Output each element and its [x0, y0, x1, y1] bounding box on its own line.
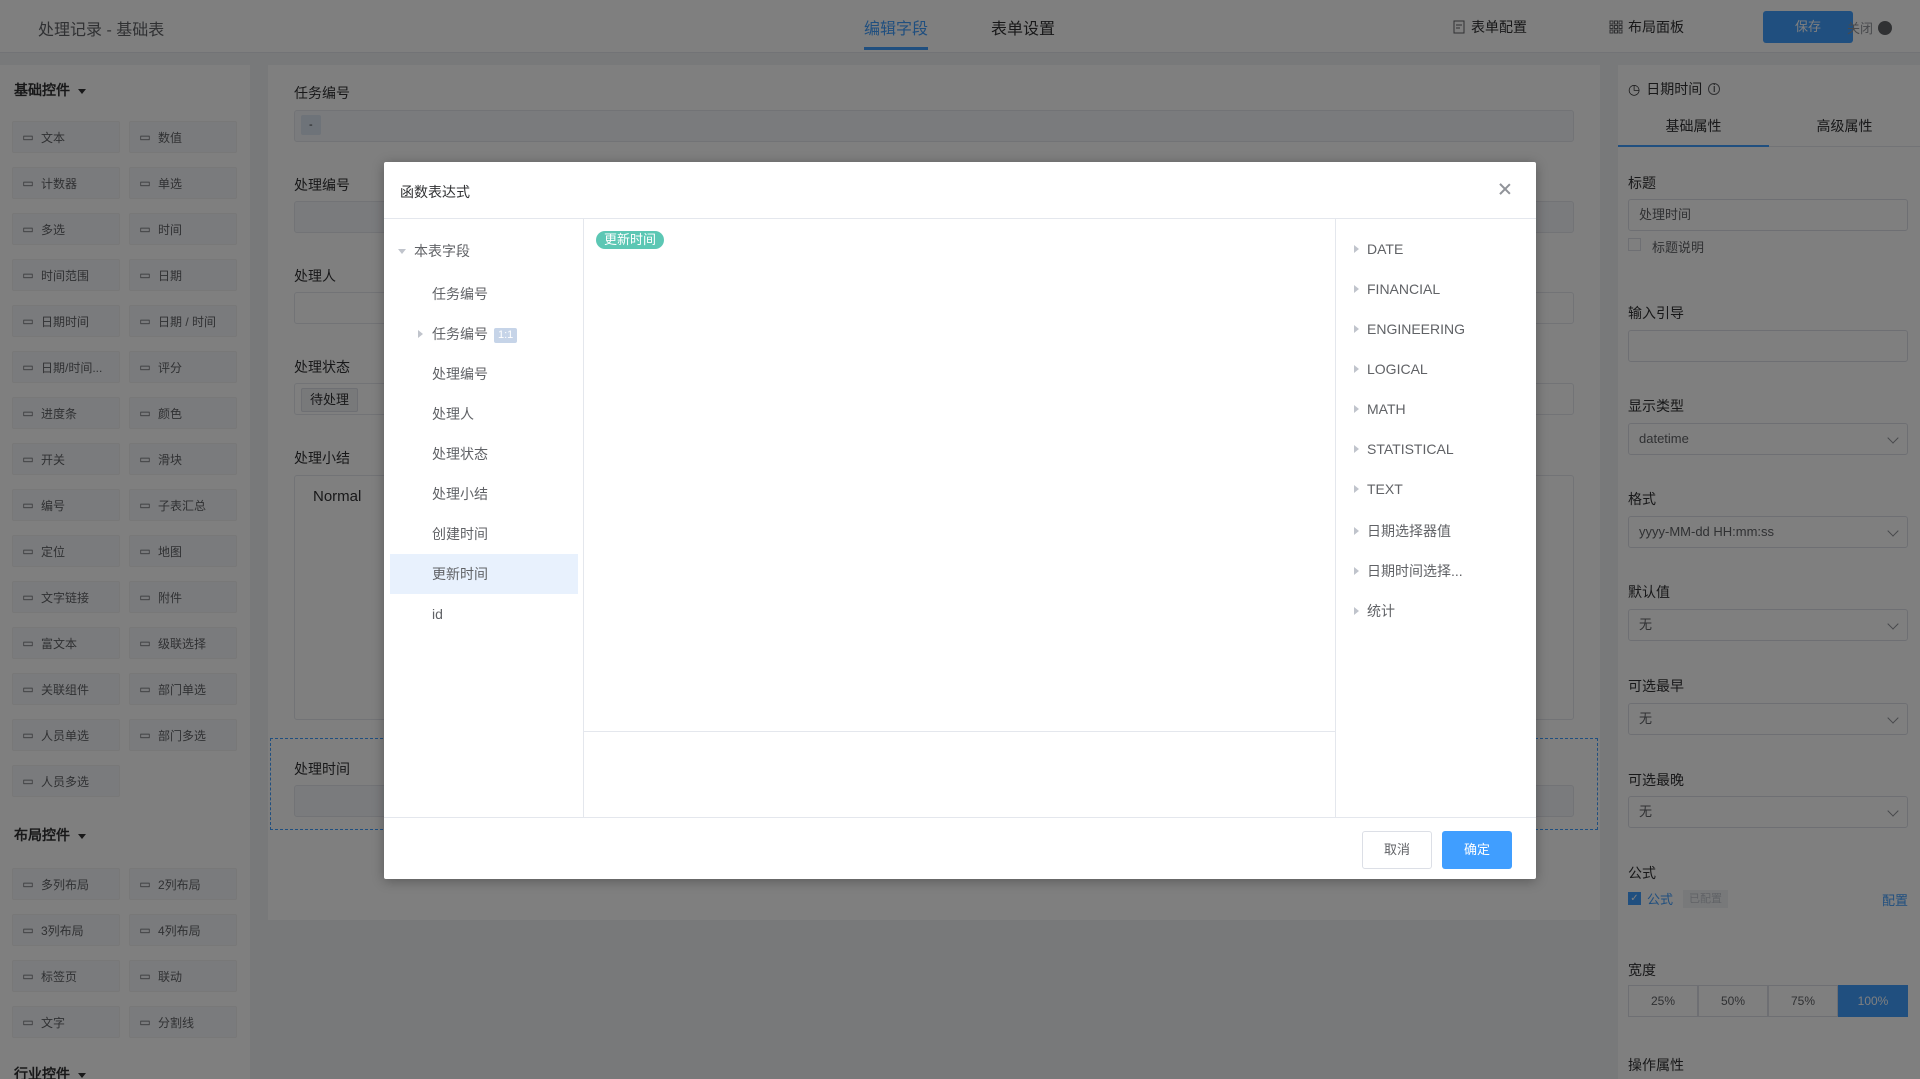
caret-right-icon — [1354, 285, 1359, 293]
func-category[interactable]: FINANCIAL — [1354, 281, 1440, 297]
func-category[interactable]: STATISTICAL — [1354, 441, 1454, 457]
function-categories: DATE FINANCIAL ENGINEERING LOGICAL MATH … — [1335, 219, 1536, 818]
caret-right-icon — [1354, 567, 1359, 575]
func-category[interactable]: LOGICAL — [1354, 361, 1428, 377]
caret-right-icon — [1354, 527, 1359, 535]
func-category[interactable]: DATE — [1354, 241, 1403, 257]
caret-right-icon — [418, 330, 423, 338]
func-category[interactable]: 统计 — [1354, 601, 1395, 621]
tree-item[interactable]: 创建时间 — [390, 514, 578, 554]
expression-input-area[interactable]: 更新时间 — [584, 219, 1335, 732]
cancel-button[interactable]: 取消 — [1362, 831, 1432, 869]
tree-item[interactable]: 任务编号 — [390, 274, 578, 314]
relation-tag: 1:1 — [494, 327, 518, 343]
func-category[interactable]: MATH — [1354, 401, 1406, 417]
caret-right-icon — [1354, 405, 1359, 413]
tree-item[interactable]: id — [390, 594, 578, 634]
tree-item-expandable[interactable]: 任务编号 1:1 — [390, 314, 578, 354]
tree-root[interactable]: 本表字段 — [398, 241, 470, 261]
caret-down-icon — [398, 248, 406, 254]
expression-field-tag[interactable]: 更新时间 — [596, 231, 665, 249]
tree-item[interactable]: 处理人 — [390, 394, 578, 434]
caret-right-icon — [1354, 325, 1359, 333]
close-icon[interactable] — [1498, 182, 1512, 196]
tree-item-selected[interactable]: 更新时间 — [390, 554, 578, 594]
tree-item[interactable]: 处理小结 — [390, 474, 578, 514]
func-category[interactable]: TEXT — [1354, 481, 1403, 497]
confirm-button[interactable]: 确定 — [1442, 831, 1512, 869]
formula-dialog: 函数表达式 本表字段 任务编号 任务编号 1:1 处理编号 处理人 处理状态 处理… — [384, 162, 1536, 879]
caret-right-icon — [1354, 607, 1359, 615]
dialog-title: 函数表达式 — [400, 184, 470, 200]
func-category[interactable]: ENGINEERING — [1354, 321, 1465, 337]
expression-editor[interactable]: 更新时间 — [584, 219, 1335, 818]
caret-right-icon — [1354, 485, 1359, 493]
caret-right-icon — [1354, 365, 1359, 373]
tree-item[interactable]: 处理状态 — [390, 434, 578, 474]
func-category[interactable]: 日期选择器值 — [1354, 521, 1451, 541]
tree-item[interactable]: 处理编号 — [390, 354, 578, 394]
function-help-area — [584, 733, 1335, 818]
caret-right-icon — [1354, 245, 1359, 253]
dialog-body: 本表字段 任务编号 任务编号 1:1 处理编号 处理人 处理状态 处理小结 创建时… — [384, 218, 1536, 818]
func-category[interactable]: 日期时间选择... — [1354, 561, 1463, 581]
field-tree: 本表字段 任务编号 任务编号 1:1 处理编号 处理人 处理状态 处理小结 创建时… — [384, 219, 584, 818]
caret-right-icon — [1354, 445, 1359, 453]
